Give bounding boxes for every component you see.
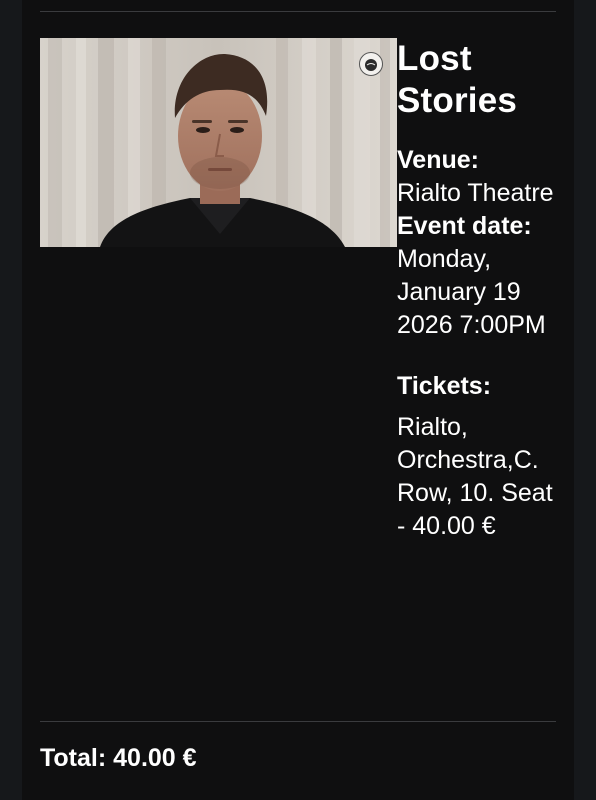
bottom-divider — [40, 721, 556, 722]
top-divider — [40, 11, 556, 12]
tickets-label: Tickets: — [397, 372, 492, 400]
globe-logo-icon — [359, 52, 383, 76]
event-date-label: Event date: — [397, 212, 532, 240]
event-details: Lost Stories Venue: Rialto Theatre Event… — [397, 38, 567, 543]
ticket-screen: Lost Stories Venue: Rialto Theatre Event… — [0, 0, 596, 800]
tickets-value: Rialto, Orchestra,C. Row, 10. Seat - 40.… — [397, 413, 553, 540]
artist-portrait-image — [40, 38, 397, 247]
event-date-value: Monday, January 19 2026 7:00PM — [397, 245, 546, 339]
event-title: Lost Stories — [397, 39, 518, 120]
order-total: Total: 40.00 € — [40, 744, 197, 772]
venue-label: Venue: — [397, 146, 479, 174]
venue-value: Rialto Theatre — [397, 179, 554, 207]
event-photo — [40, 38, 397, 247]
